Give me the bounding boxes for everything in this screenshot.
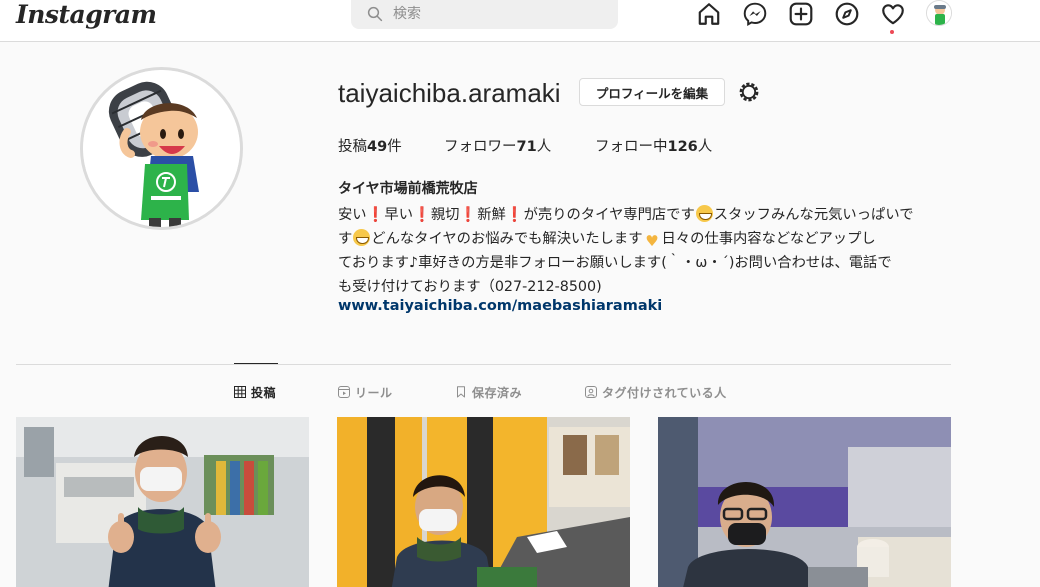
bookmark-icon (457, 386, 465, 398)
bio-text: どんなタイヤのお悩みでも解決いたします (371, 231, 643, 247)
messenger-icon[interactable] (742, 1, 768, 27)
bio-text: す (338, 231, 353, 247)
tagged-icon (585, 386, 597, 398)
notification-dot (890, 30, 894, 34)
following-count[interactable]: フォロー中126人 (595, 135, 712, 156)
posts-label: 投稿 (338, 139, 367, 155)
profile-username: taiyaichiba.aramaki (338, 78, 561, 108)
tire-shop-mascot-icon (83, 70, 240, 227)
grin-emoji-icon (695, 205, 713, 222)
followers-label: フォロワー (444, 139, 517, 155)
profile-avatar[interactable] (80, 67, 243, 230)
photo-staff-thumbs-up (16, 417, 309, 587)
bio-text: 日々の仕事内容などなどアップし (661, 231, 876, 247)
search-icon (367, 6, 383, 22)
bio-text: 早い (384, 207, 413, 223)
bio-text: 新鮮 (477, 207, 506, 223)
instagram-logo[interactable]: Instagram (16, 0, 157, 29)
tabs-divider (16, 364, 951, 365)
explore-icon[interactable] (834, 1, 860, 27)
posts-number: 49 (367, 139, 388, 155)
bio-line: 安い❗早い❗親切❗新鮮❗が売りのタイヤ専門店です スタッフみんな元気いっぱいで (338, 203, 952, 227)
home-icon[interactable] (696, 1, 722, 27)
bio-text: 安い (338, 207, 367, 223)
reels-icon (338, 386, 350, 398)
grid-icon (234, 386, 246, 398)
exclamation-emoji-icon: ❗ (366, 207, 385, 223)
search-box[interactable] (351, 0, 618, 29)
yellow-heart-emoji-icon: ♥ (645, 232, 659, 250)
bio-text: ております♪車好きの方是非フォローお願いします(｀・ω・´)お問い合わせは、電話… (338, 255, 892, 271)
tab-label: 投稿 (251, 385, 277, 400)
post-thumbnail[interactable] (658, 417, 951, 587)
post-thumbnail[interactable] (16, 417, 309, 587)
bio-text: が売りのタイヤ専門店です (523, 207, 695, 223)
tab-tagged[interactable]: タグ付けされている人 (585, 382, 727, 402)
posts-unit: 件 (387, 139, 402, 155)
profile-avatar-small[interactable] (926, 0, 952, 26)
bio-line: す どんなタイヤのお悩みでも解決いたします ♥ 日々の仕事内容などなどアップし (338, 227, 952, 251)
exclamation-emoji-icon: ❗ (413, 207, 431, 223)
profile-bio: 安い❗早い❗親切❗新鮮❗が売りのタイヤ専門店です スタッフみんな元気いっぱいで す… (338, 203, 952, 299)
activity-heart-icon[interactable] (880, 1, 906, 27)
active-tab-indicator (234, 363, 278, 364)
following-label: フォロー中 (595, 139, 668, 155)
followers-count[interactable]: フォロワー71人 (444, 135, 551, 156)
settings-gear-icon[interactable] (737, 80, 761, 104)
following-unit: 人 (697, 139, 713, 155)
followers-number: 71 (516, 139, 537, 155)
bio-text: スタッフみんな元気いっぱいで (713, 207, 914, 223)
exclamation-emoji-icon: ❗ (505, 207, 524, 223)
search-input[interactable] (393, 4, 603, 24)
mascot-mini-icon (927, 1, 951, 25)
bio-text: 親切 (430, 207, 460, 223)
photo-staff-glasses (658, 417, 951, 587)
posts-count: 投稿49件 (338, 135, 402, 156)
new-post-icon[interactable] (788, 1, 814, 27)
tab-label: 保存済み (472, 385, 523, 400)
tab-saved[interactable]: 保存済み (455, 382, 522, 402)
exclamation-emoji-icon: ❗ (459, 207, 478, 223)
profile-full-name: タイヤ市場前橋荒牧店 (338, 181, 478, 197)
followers-unit: 人 (536, 139, 552, 155)
top-navigation-bar: Instagram (0, 0, 1040, 42)
bio-line: ております♪車好きの方是非フォローお願いします(｀・ω・´)お問い合わせは、電話… (338, 251, 952, 275)
following-number: 126 (667, 139, 698, 155)
edit-profile-button[interactable]: プロフィールを編集 (579, 78, 725, 106)
tab-reels[interactable]: リール (338, 382, 393, 402)
post-thumbnail[interactable] (337, 417, 630, 587)
tab-posts[interactable]: 投稿 (234, 382, 276, 402)
photo-staff-yellow-banner (337, 417, 630, 587)
tab-label: リール (355, 385, 393, 400)
tab-label: タグ付けされている人 (602, 385, 727, 400)
bio-text: も受け付けております（027-212-8500) (338, 279, 602, 295)
bio-line: も受け付けております（027-212-8500) (338, 275, 952, 299)
grin-emoji-icon (353, 229, 371, 246)
profile-website-link[interactable]: www.taiyaichiba.com/maebashiaramaki (338, 298, 662, 314)
